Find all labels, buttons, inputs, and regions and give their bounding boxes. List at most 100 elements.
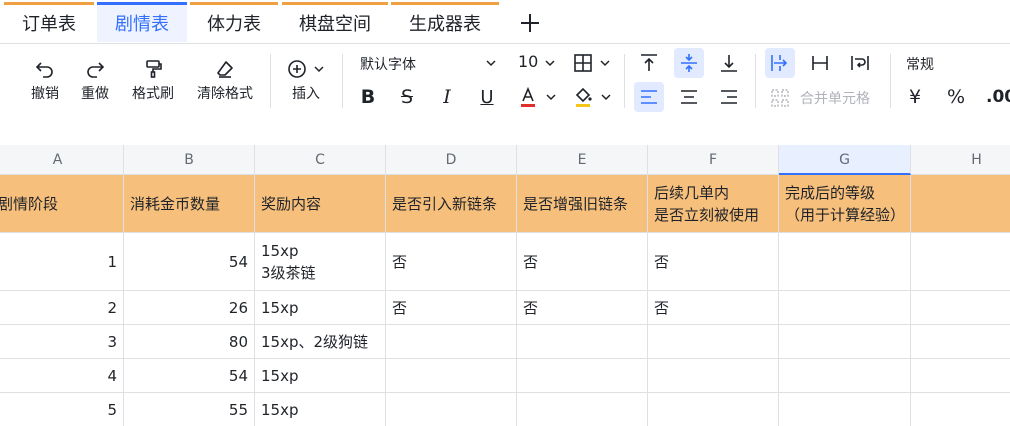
chevron-down-icon[interactable] [545, 91, 557, 103]
table-cell[interactable]: 15xp [255, 359, 386, 393]
column-header-c[interactable]: C [255, 145, 386, 175]
table-cell[interactable] [911, 233, 1010, 291]
percent-format-button[interactable]: % [941, 82, 971, 112]
table-cell[interactable] [386, 325, 517, 359]
table-cell[interactable] [911, 359, 1010, 393]
table-cell[interactable] [648, 393, 779, 426]
align-right-button[interactable] [714, 82, 744, 112]
table-cell[interactable] [779, 291, 911, 325]
tab-stamina-table[interactable]: 体力表 [190, 2, 278, 42]
column-header-h[interactable]: H [911, 145, 1010, 175]
table-cell[interactable] [386, 393, 517, 426]
font-family-select[interactable]: 默认字体 [360, 54, 416, 74]
align-top-button[interactable] [634, 48, 664, 78]
table-cell[interactable] [386, 359, 517, 393]
column-header-g[interactable]: G [779, 145, 911, 175]
table-cell[interactable]: 15xp 3级茶链 [255, 233, 386, 291]
chevron-down-icon[interactable] [600, 91, 612, 103]
table-cell[interactable]: 否 [386, 233, 517, 291]
underline-button[interactable]: U [472, 82, 502, 112]
table-cell[interactable] [779, 359, 911, 393]
column-header-e[interactable]: E [517, 145, 648, 175]
table-cell[interactable]: 2 [0, 291, 124, 325]
table-cell[interactable] [779, 233, 911, 291]
align-bottom-button[interactable] [714, 48, 744, 78]
font-size-select[interactable]: 10 [518, 52, 538, 71]
table-cell[interactable]: 否 [386, 291, 517, 325]
text-overflow-icon [771, 55, 788, 71]
tab-story-table[interactable]: 剧情表 [97, 2, 187, 42]
column-header-b[interactable]: B [124, 145, 255, 175]
text-overflow-button[interactable] [765, 48, 795, 78]
header-cell[interactable] [911, 175, 1010, 233]
font-color-button[interactable] [513, 82, 543, 112]
table-cell[interactable] [911, 393, 1010, 426]
column-header-d[interactable]: D [386, 145, 517, 175]
header-cell[interactable]: 完成后的等级（用于计算经验） [779, 175, 911, 233]
header-cell[interactable]: 后续几单内 是否立刻被使用 [648, 175, 779, 233]
tab-board-space[interactable]: 棋盘空间 [282, 2, 388, 42]
table-cell[interactable] [517, 359, 648, 393]
header-cell[interactable]: 剧情阶段 [0, 175, 124, 233]
table-cell[interactable]: 54 [124, 233, 255, 291]
column-header-a[interactable]: A [0, 145, 124, 175]
table-cell[interactable] [911, 325, 1010, 359]
table-cell[interactable]: 1 [0, 233, 124, 291]
table-cell[interactable] [648, 325, 779, 359]
bold-button[interactable]: B [353, 82, 383, 112]
align-bottom-icon [721, 55, 737, 72]
table-cell[interactable]: 26 [124, 291, 255, 325]
merge-cells-button[interactable]: 合并单元格 [800, 88, 870, 108]
chevron-down-icon[interactable] [544, 57, 556, 69]
format-painter-button[interactable]: 格式刷 [118, 54, 188, 104]
table-cell[interactable]: 4 [0, 359, 124, 393]
table-cell[interactable]: 3 [0, 325, 124, 359]
table-cell[interactable]: 否 [517, 233, 648, 291]
number-format-select[interactable]: 常规 [906, 54, 934, 74]
add-sheet-button[interactable] [512, 6, 548, 40]
table-cell[interactable]: 80 [124, 325, 255, 359]
table-cell[interactable] [779, 393, 911, 426]
insert-button[interactable]: 插入 [271, 54, 341, 104]
bold-icon: B [360, 86, 376, 108]
header-cell[interactable]: 是否引入新链条 [386, 175, 517, 233]
header-cell[interactable]: 消耗金币数量 [124, 175, 255, 233]
table-cell[interactable]: 否 [648, 233, 779, 291]
text-wrap-button[interactable] [845, 48, 875, 78]
clear-format-button[interactable]: 清除格式 [190, 54, 260, 104]
table-cell[interactable]: 15xp [255, 393, 386, 426]
table-cell[interactable]: 否 [517, 291, 648, 325]
table-cell[interactable]: 5 [0, 393, 124, 426]
align-left-button[interactable] [634, 82, 664, 112]
align-middle-button[interactable] [674, 48, 704, 78]
chevron-down-icon[interactable] [485, 57, 497, 69]
text-clip-button[interactable] [805, 48, 835, 78]
tab-generator-table[interactable]: 生成器表 [391, 2, 499, 42]
decimal-format-button[interactable]: .00 [982, 82, 1010, 112]
spreadsheet-grid[interactable]: A B C D E F G H 剧情阶段 消耗金币数量 奖励内容 是否引入新链条 是否增强旧链条 后续几单… [0, 145, 1010, 426]
table-cell[interactable]: 54 [124, 359, 255, 393]
table-cell[interactable]: 15xp [255, 291, 386, 325]
strikethrough-button[interactable]: S [392, 82, 422, 112]
header-cell[interactable]: 是否增强旧链条 [517, 175, 648, 233]
chevron-down-icon [314, 66, 324, 73]
borders-button[interactable] [568, 48, 598, 78]
align-center-button[interactable] [674, 82, 704, 112]
add-circle-icon [288, 60, 306, 78]
column-header-f[interactable]: F [648, 145, 779, 175]
table-cell[interactable]: 否 [648, 291, 779, 325]
table-cell[interactable] [911, 291, 1010, 325]
table-cell[interactable] [517, 393, 648, 426]
header-cell[interactable]: 奖励内容 [255, 175, 386, 233]
table-cell[interactable] [517, 325, 648, 359]
table-cell[interactable]: 15xp、2级狗链 [255, 325, 386, 359]
italic-button[interactable]: I [432, 82, 462, 112]
chevron-down-icon[interactable] [599, 57, 611, 69]
table-cell[interactable] [779, 325, 911, 359]
fill-color-button[interactable] [568, 82, 598, 112]
table-cell[interactable] [648, 359, 779, 393]
currency-format-button[interactable]: ¥ [900, 82, 930, 112]
border-grid-icon [574, 54, 592, 72]
table-cell[interactable]: 55 [124, 393, 255, 426]
tab-order-table[interactable]: 订单表 [4, 2, 94, 42]
